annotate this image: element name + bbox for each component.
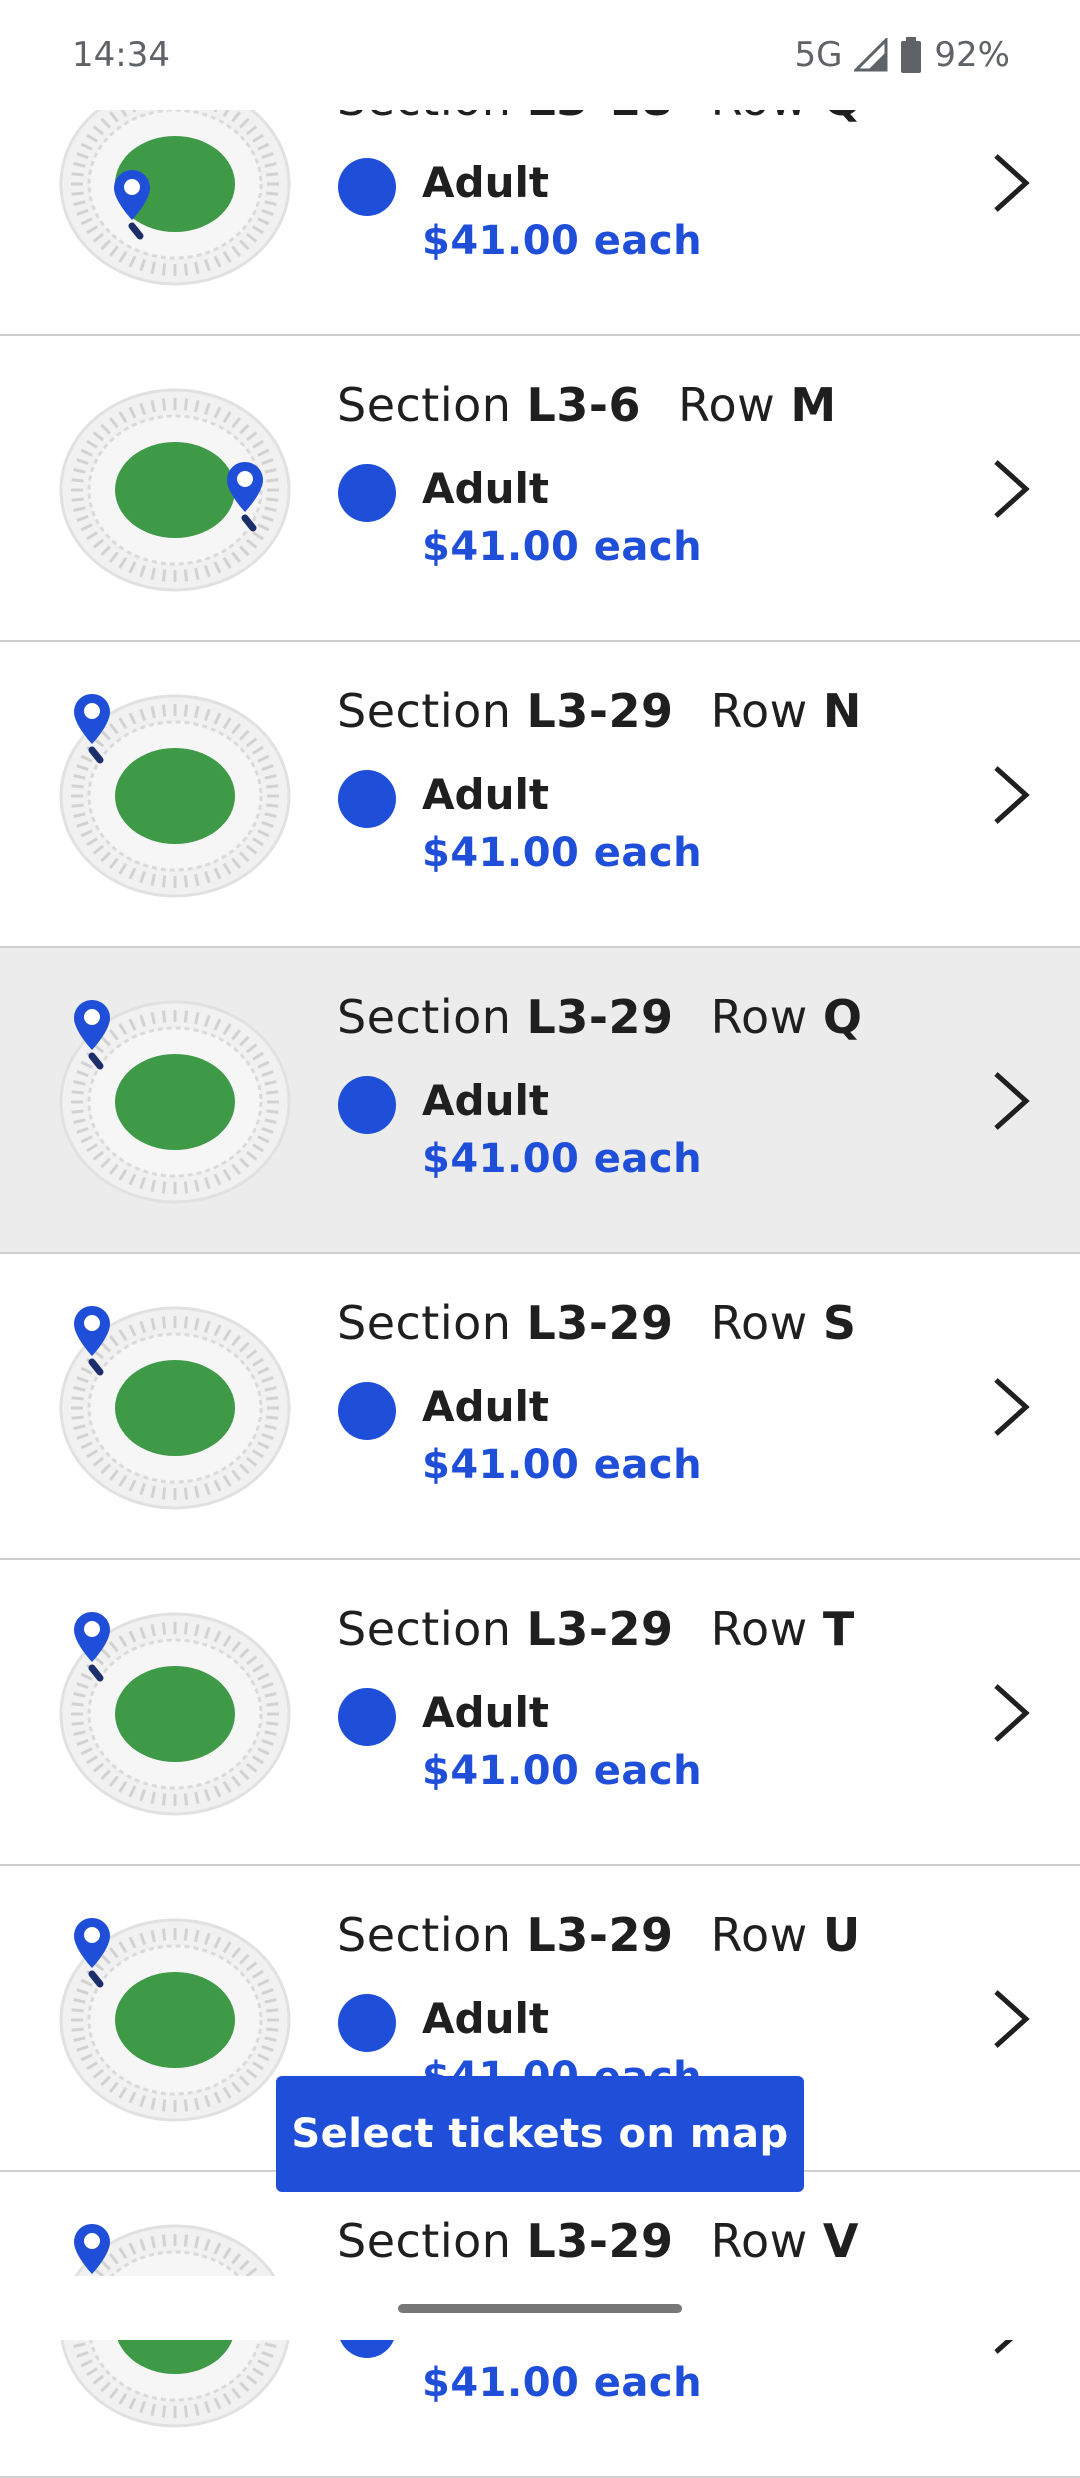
ticket-row[interactable]: Section L3-29 Row Q Adult $41.00 each [0, 948, 1080, 1254]
section-prefix: Section [337, 378, 512, 432]
row-prefix: Row [710, 990, 808, 1044]
section-prefix: Section [337, 684, 512, 738]
section-row-label: Section L3-29 Row T [337, 1602, 855, 1656]
ticket-row[interactable]: Section L3-29 Row T Adult $41.00 each [0, 1560, 1080, 1866]
row-value: S [822, 1296, 857, 1350]
chevron-right-icon[interactable] [982, 148, 1038, 218]
section-prefix: Section [337, 1296, 512, 1350]
ticket-type-dot [338, 770, 396, 828]
section-value: L3-29 [526, 1296, 674, 1350]
section-value: L3-29 [526, 1908, 674, 1962]
row-prefix: Row [678, 378, 776, 432]
section-value: L3-29 [526, 1602, 674, 1656]
section-row-label: Section L3-29 Row Q [337, 990, 863, 1044]
ticket-type: Adult [422, 1076, 549, 1125]
row-value: M [790, 378, 837, 432]
gesture-nav-bar [0, 2276, 1080, 2340]
row-prefix: Row [710, 684, 808, 738]
ticket-type-dot [338, 464, 396, 522]
row-prefix: Row [710, 1296, 808, 1350]
ticket-type: Adult [422, 1688, 549, 1737]
status-time: 14:34 [72, 35, 170, 75]
row-value: V [822, 2214, 859, 2268]
signal-icon [854, 38, 888, 72]
section-prefix: Section [337, 990, 512, 1044]
row-prefix: Row [710, 2214, 808, 2268]
section-prefix: Section [337, 1908, 512, 1962]
ticket-type-dot [338, 158, 396, 216]
ticket-type: Adult [422, 770, 549, 819]
ticket-type: Adult [422, 158, 549, 207]
ticket-type: Adult [422, 1382, 549, 1431]
ticket-price: $41.00 each [422, 2360, 703, 2406]
ticket-type: Adult [422, 1994, 549, 2043]
row-value: T [822, 1602, 855, 1656]
section-value: L3-29 [526, 990, 674, 1044]
chevron-right-icon[interactable] [982, 1984, 1038, 2054]
section-value: L3-29 [526, 2214, 674, 2268]
section-row-label: Section L3-6 Row M [337, 378, 837, 432]
section-row-label: Section L3-29 Row U [337, 1908, 861, 1962]
section-value: L3-29 [526, 684, 674, 738]
chevron-right-icon[interactable] [982, 1372, 1038, 1442]
ticket-row[interactable]: Section L3-29 Row N Adult $41.00 each [0, 642, 1080, 948]
ticket-price: $41.00 each [422, 830, 703, 876]
section-value: L3-6 [526, 378, 641, 432]
status-icons: 5G 92% [794, 35, 1010, 75]
ticket-type: Adult [422, 464, 549, 513]
chevron-right-icon[interactable] [982, 1678, 1038, 1748]
ticket-type-dot [338, 1994, 396, 2052]
battery-icon [901, 37, 922, 73]
ticket-row[interactable]: Section L3-29 Row S Adult $41.00 each [0, 1254, 1080, 1560]
row-value: U [822, 1908, 861, 1962]
row-prefix: Row [710, 1908, 808, 1962]
section-row-label: Section L3-29 Row V [337, 2214, 859, 2268]
section-row-label: Section L3-29 Row N [337, 684, 862, 738]
ticket-type-dot [338, 1382, 396, 1440]
ticket-price: $41.00 each [422, 1442, 703, 1488]
chevron-right-icon[interactable] [982, 454, 1038, 524]
ticket-price: $41.00 each [422, 524, 703, 570]
section-prefix: Section [337, 1602, 512, 1656]
chevron-right-icon[interactable] [982, 760, 1038, 830]
ticket-price: $41.00 each [422, 1748, 703, 1794]
ticket-type-dot [338, 1688, 396, 1746]
row-value: N [822, 684, 862, 738]
status-bar: 14:34 5G 92% [0, 0, 1080, 110]
row-value: Q [822, 990, 863, 1044]
section-prefix: Section [337, 2214, 512, 2268]
section-row-label: Section L3-29 Row S [337, 1296, 857, 1350]
home-indicator[interactable] [398, 2304, 682, 2313]
ticket-type-dot [338, 1076, 396, 1134]
ticket-row[interactable]: Section L3-6 Row M Adult $41.00 each [0, 336, 1080, 642]
select-tickets-on-map-button[interactable]: Select tickets on map [276, 2076, 804, 2192]
network-label: 5G [794, 35, 843, 75]
ticket-price: $41.00 each [422, 218, 703, 264]
battery-percent: 92% [934, 35, 1010, 75]
row-prefix: Row [710, 1602, 808, 1656]
ticket-price: $41.00 each [422, 1136, 703, 1182]
chevron-right-icon[interactable] [982, 1066, 1038, 1136]
